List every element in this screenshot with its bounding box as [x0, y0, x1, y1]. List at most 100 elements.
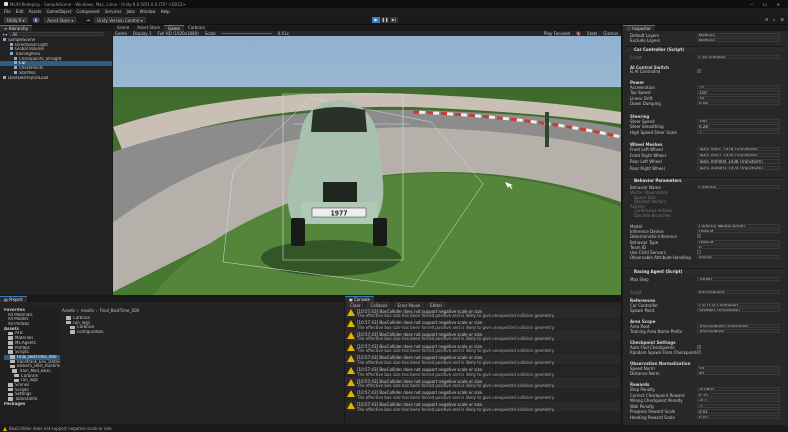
field-value[interactable]: 1 [697, 129, 780, 135]
field-value[interactable]: -0.0005 [697, 387, 780, 392]
maximize-icon[interactable]: ☐ [763, 2, 767, 7]
console-message[interactable]: [10:57:43] BoxCollider does not support … [345, 342, 620, 354]
field-value[interactable]: Ignore [697, 255, 780, 260]
menu-edit[interactable]: Edit [16, 9, 24, 14]
display-num-select[interactable]: Display 1 [133, 31, 152, 36]
racing-agent-header[interactable]: Racing Agent (Script) [626, 268, 786, 274]
scale-slider[interactable] [221, 33, 272, 34]
console-message[interactable]: [10:57:43] BoxCollider does not support … [345, 330, 620, 342]
step-icon[interactable]: ▶| [390, 16, 398, 23]
console-message[interactable]: [10:57:43] BoxCollider does not support … [345, 365, 620, 378]
breadcrumb-item[interactable]: Final_BestTime_000 [100, 308, 140, 314]
resolution-select[interactable]: Full HD (1920x1080) [157, 31, 198, 36]
hierarchy-item[interactable]: DontDestroyOnLoad [0, 75, 112, 81]
field-value[interactable]: Tesla_mm2_1420 (Transform) [697, 153, 780, 158]
history-icon[interactable]: ↺ [765, 17, 768, 22]
field-value[interactable]: 20000 [697, 277, 780, 282]
console-message[interactable]: [10:57:43] BoxCollider does not support … [345, 388, 620, 401]
hierarchy-search-input[interactable]: All [9, 31, 105, 37]
field-value[interactable]: Carbrain (Model Asset) [697, 224, 780, 229]
user-button[interactable]: K [31, 16, 41, 23]
file-icon [66, 320, 71, 325]
field-value[interactable]: -1 [697, 403, 780, 409]
breadcrumb-item[interactable]: Assets [62, 308, 75, 314]
checkbox[interactable] [697, 250, 701, 254]
play-focused-select[interactable]: Play Focused [544, 31, 570, 36]
console-message[interactable]: [10:57:43] BoxCollider does not support … [345, 307, 620, 319]
gameobject-icon [3, 75, 6, 79]
menu-jobs[interactable]: Jobs [127, 9, 135, 14]
project-file[interactable]: configuration [66, 330, 104, 335]
field-value[interactable]: 0.01 [697, 409, 780, 414]
menu-component[interactable]: Component [76, 9, 99, 14]
field-value[interactable]: 0.25 [697, 392, 780, 397]
checkbox[interactable]: ✓ [697, 234, 701, 239]
mute-icon[interactable]: 🔇 [576, 31, 581, 36]
field-value[interactable]: 150 [697, 90, 780, 95]
menu-assets[interactable]: Assets [28, 9, 41, 14]
field-value[interactable]: Tesla_mm004_1438 (Transform) [697, 159, 780, 164]
field-value[interactable]: Car (Car Controller) [697, 303, 780, 308]
field-value[interactable]: 0 [697, 244, 780, 250]
script-field[interactable]: RacingAgent [697, 290, 780, 295]
display-select[interactable]: Game [115, 31, 127, 36]
field-value[interactable]: 10 [697, 95, 780, 101]
menu-services[interactable]: Services [105, 9, 122, 14]
checkbox[interactable]: ✓ [697, 350, 701, 355]
asset-store-button[interactable]: Asset Store ▾ [44, 16, 77, 23]
console-message[interactable]: [10:57:43] BoxCollider does not support … [345, 318, 620, 331]
tab-project[interactable]: ▤ Project [0, 296, 27, 302]
console-message[interactable]: [10:57:43] BoxCollider does not support … [345, 353, 620, 366]
menu-gameobject[interactable]: GameObject [46, 9, 71, 14]
field-value[interactable]: Default [697, 239, 780, 244]
project-panel: ▤ Project Favorites All Materials All Mode… [0, 296, 344, 424]
version-control-button[interactable]: Unity Version Control ▾ [94, 16, 146, 23]
tab-inspector[interactable]: ⓘ Inspector [623, 25, 655, 31]
field-value[interactable]: Nothing [697, 33, 780, 38]
field-value[interactable]: TrainingArea (Transform) [697, 324, 780, 329]
account-button[interactable]: Unity 6 ▾ [4, 16, 28, 23]
behavior-parameters-header[interactable]: Behavior Parameters [626, 177, 786, 183]
breadcrumb-item[interactable]: results [81, 308, 94, 314]
field-value[interactable]: Tesla_mm1_1418 (Transform) [697, 147, 780, 152]
packages-root[interactable]: Packages [4, 402, 60, 407]
field-label: Random Spawn From Checkpoints [630, 350, 699, 356]
checkbox[interactable]: ✓ [697, 69, 701, 73]
field-value[interactable]: 100 [697, 119, 780, 124]
field-value[interactable]: Default [697, 229, 780, 234]
field-label: Steer Speed [630, 119, 655, 124]
settings-icon[interactable]: ⚙ [780, 17, 784, 22]
field-value[interactable]: 40 [697, 371, 780, 376]
field-value[interactable]: 15 [697, 85, 780, 90]
menu-window[interactable]: Window [140, 9, 156, 14]
gameobject-icon [10, 52, 13, 56]
tab-hierarchy[interactable]: ≡ Hierarchy [0, 25, 32, 31]
menu-file[interactable]: File [4, 9, 11, 14]
gizmos-button[interactable]: Gizmos [603, 31, 621, 36]
field-value[interactable]: Tesla_mm003_1424 (Transform) [697, 165, 780, 170]
cloud-icon[interactable]: ☁ [86, 17, 90, 22]
field-value[interactable]: -0.2 [697, 398, 780, 403]
game-viewport[interactable]: 1977 [113, 32, 621, 295]
checkbox[interactable]: ✓ [697, 345, 701, 349]
field-value[interactable]: Nothing [697, 38, 780, 43]
field-value[interactable]: 50 [697, 366, 780, 371]
field-value[interactable]: Carbrain [697, 185, 780, 190]
minimize-icon[interactable]: ─ [751, 2, 753, 7]
script-field[interactable]: CarController [697, 55, 780, 60]
close-icon[interactable]: ✕ [777, 2, 780, 7]
menu-help[interactable]: Help [161, 9, 170, 14]
field-value[interactable]: 0.06 [697, 101, 780, 106]
play-icon[interactable]: ▶ [372, 16, 380, 23]
stats-button[interactable]: Stats [587, 31, 597, 36]
car-controller-header[interactable]: Car Controller (Script) [626, 46, 786, 52]
pause-icon[interactable]: ❚❚ [381, 16, 389, 23]
field-value[interactable]: 0.28 [697, 124, 780, 129]
field-value[interactable]: TrainingArea [697, 329, 780, 334]
search-icon[interactable]: ⌕ [773, 17, 775, 22]
console-message[interactable]: [10:57:43] BoxCollider does not support … [345, 377, 620, 389]
field-value[interactable]: 0.05 [697, 415, 780, 420]
add-icon[interactable]: +▾ [2, 32, 7, 37]
console-message[interactable]: [10:57:43] BoxCollider does not support … [345, 400, 620, 413]
field-value[interactable]: StartPos (Transform) [697, 308, 780, 313]
